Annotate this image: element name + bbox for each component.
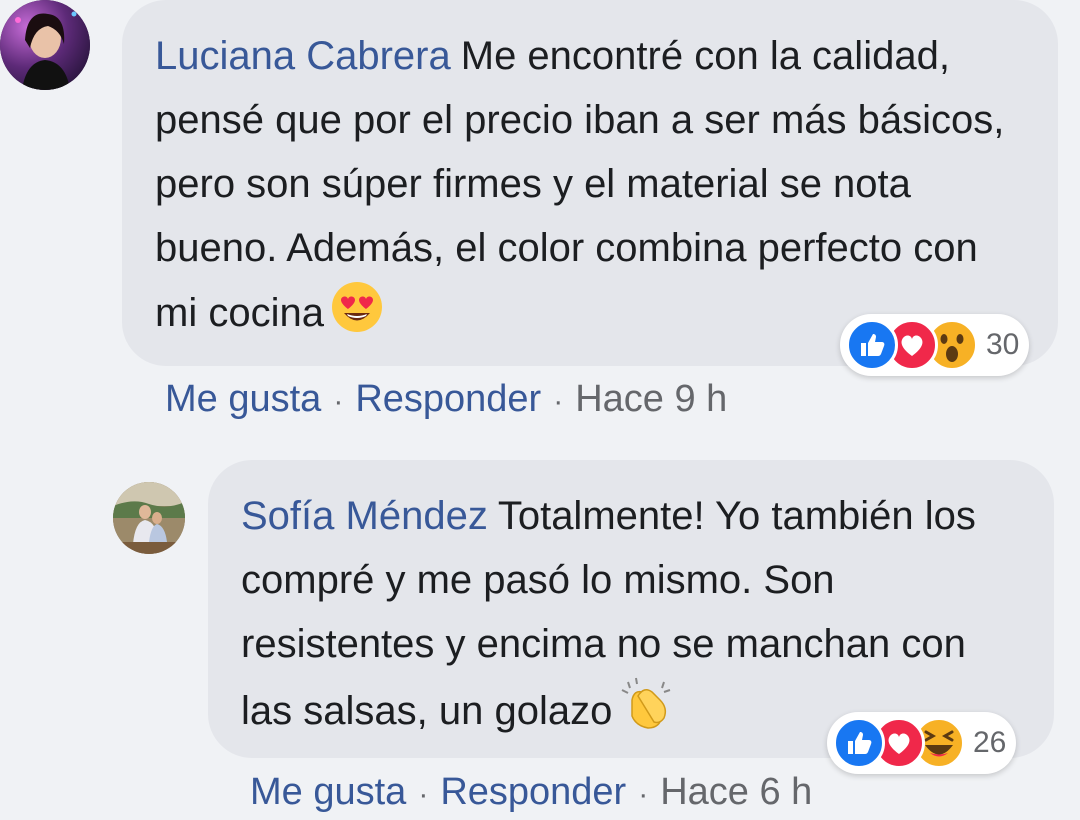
avatar[interactable]: [113, 482, 185, 554]
separator: ·: [418, 778, 429, 811]
reaction-count: 26: [973, 726, 1007, 759]
comment-sofia: Sofía Méndez Totalmente! Yo también los c…: [0, 0, 1080, 820]
avatar-photo: [113, 482, 185, 554]
comment-actions: Me gusta · Responder · Hace 6 h: [250, 771, 812, 814]
clapping-hands-emoji-icon: [618, 676, 674, 751]
comment-author[interactable]: Sofía Méndez: [241, 494, 488, 538]
reactions-summary[interactable]: 26: [827, 712, 1017, 774]
like-reaction-icon: [846, 319, 898, 371]
reply-link[interactable]: Responder: [440, 771, 626, 813]
like-reaction-icon: [833, 717, 885, 769]
timestamp[interactable]: Hace 6 h: [660, 771, 812, 813]
separator: ·: [638, 778, 649, 811]
like-link[interactable]: Me gusta: [250, 771, 406, 813]
